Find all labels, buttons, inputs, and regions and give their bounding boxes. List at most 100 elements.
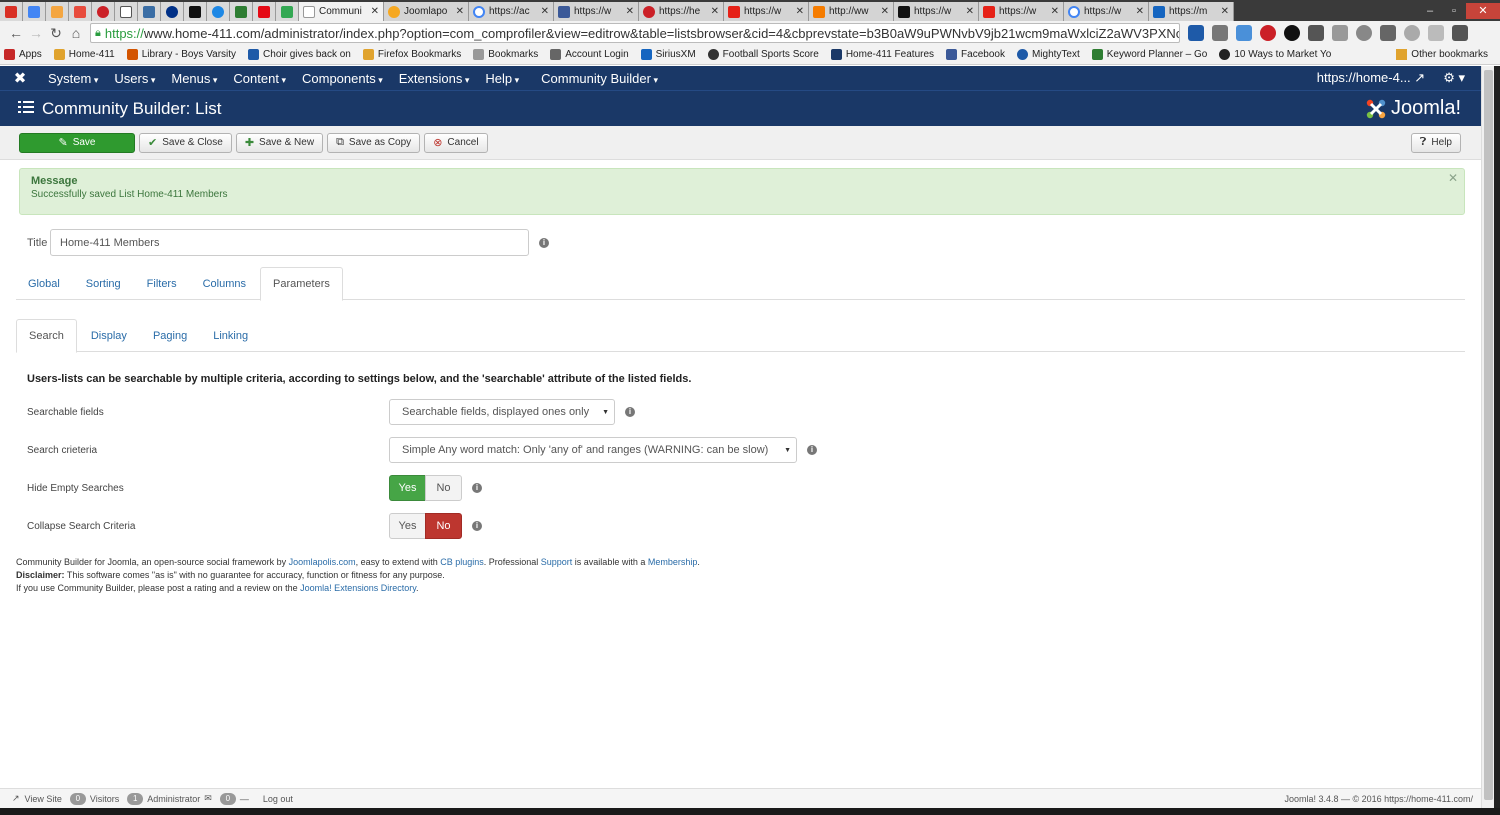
search-criteria-select[interactable]: Simple Any word match: Only 'any of' and…: [389, 437, 797, 463]
close-icon[interactable]: ✕: [456, 6, 464, 17]
close-icon[interactable]: ✕: [1136, 6, 1144, 17]
menu-help[interactable]: Help: [477, 71, 527, 86]
browser-tab[interactable]: https://m ✕: [1149, 2, 1234, 21]
pinned-tab-10[interactable]: [207, 2, 230, 21]
visitors-status[interactable]: 0 Visitors: [69, 792, 119, 805]
tab-paging[interactable]: Paging: [141, 319, 199, 352]
bookmark-apps[interactable]: Apps: [4, 49, 42, 60]
membership-link[interactable]: Membership: [648, 557, 698, 567]
save-copy-button[interactable]: ⧉ Save as Copy: [327, 132, 421, 153]
scrollbar-thumb[interactable]: [1484, 70, 1493, 800]
title-input[interactable]: [50, 229, 529, 256]
browser-tab[interactable]: https://w ✕: [894, 2, 979, 21]
gear-icon[interactable]: ⚙ ▾: [1443, 70, 1465, 86]
save-new-button[interactable]: ✚ Save & New: [235, 132, 324, 153]
administrator-status[interactable]: 1 Administrator ✉: [127, 792, 212, 805]
browser-tab[interactable]: http://ww ✕: [809, 2, 894, 21]
pinned-tab-doc[interactable]: [115, 2, 138, 21]
jed-link[interactable]: Joomla! Extensions Directory: [300, 583, 416, 593]
close-icon[interactable]: ✕: [626, 6, 634, 17]
extension-icon[interactable]: [1356, 25, 1372, 41]
messages-status[interactable]: 0—: [219, 792, 255, 805]
joomla-logo-icon[interactable]: ✖: [0, 69, 40, 87]
bookmark-item[interactable]: Keyword Planner – Go: [1091, 49, 1207, 60]
hide-empty-no[interactable]: No: [425, 475, 462, 501]
menu-components[interactable]: Components: [294, 71, 391, 86]
menu-community-builder[interactable]: Community Builder: [533, 71, 666, 86]
tab-parameters[interactable]: Parameters: [260, 267, 343, 301]
info-icon[interactable]: i: [539, 237, 549, 248]
home-icon[interactable]: ⌂: [66, 25, 86, 41]
extension-icon[interactable]: [1284, 25, 1300, 41]
pinned-tab-paypal[interactable]: [161, 2, 184, 21]
close-icon[interactable]: ✕: [711, 6, 719, 17]
close-icon[interactable]: ✕: [881, 6, 889, 17]
browser-tab[interactable]: Joomlapo ✕: [384, 2, 469, 21]
pinned-tab-4[interactable]: [69, 2, 92, 21]
info-icon[interactable]: i: [472, 483, 482, 493]
browser-tab[interactable]: https://he ✕: [639, 2, 724, 21]
extension-icon[interactable]: [1236, 25, 1252, 41]
bookmark-item[interactable]: Firefox Bookmarks: [362, 49, 461, 60]
bookmark-item[interactable]: Facebook: [946, 49, 1005, 60]
extension-icon[interactable]: [1332, 25, 1348, 41]
bookmark-item[interactable]: Home-411: [53, 49, 115, 60]
tab-linking[interactable]: Linking: [201, 319, 260, 352]
reload-icon[interactable]: ↻: [46, 25, 66, 42]
close-icon[interactable]: ✕: [796, 6, 804, 17]
extension-icon[interactable]: [1188, 25, 1204, 41]
bookmark-item[interactable]: Account Login: [550, 49, 629, 60]
pinned-tab-netflix[interactable]: [253, 2, 276, 21]
browser-tab[interactable]: https://w ✕: [1064, 2, 1149, 21]
cb-plugins-link[interactable]: CB plugins: [440, 557, 484, 567]
pinterest-icon[interactable]: [1260, 25, 1276, 41]
tab-columns[interactable]: Columns: [191, 267, 258, 300]
info-icon[interactable]: i: [625, 407, 635, 417]
info-icon[interactable]: i: [472, 521, 482, 531]
close-icon[interactable]: ✕: [1448, 171, 1458, 185]
bookmark-item[interactable]: Home-411 Features: [830, 49, 934, 60]
menu-content[interactable]: Content: [225, 71, 294, 86]
bookmark-item[interactable]: SiriusXM: [640, 49, 696, 60]
maximize-icon[interactable]: ▫: [1442, 3, 1466, 19]
pinned-tab-11[interactable]: [230, 2, 253, 21]
pinned-tab-pinterest[interactable]: [92, 2, 115, 21]
bookmark-item[interactable]: 10 Ways to Market Yo: [1219, 49, 1331, 60]
extension-icon[interactable]: [1212, 25, 1228, 41]
pinned-tab-joomla[interactable]: [46, 2, 69, 21]
browser-tab[interactable]: https://ac ✕: [469, 2, 554, 21]
other-bookmarks[interactable]: Other bookmarks: [1396, 49, 1488, 60]
pinned-tab-7[interactable]: [138, 2, 161, 21]
pinned-tab-9[interactable]: [184, 2, 207, 21]
bookmark-item[interactable]: Football Sports Score: [707, 49, 819, 60]
close-icon[interactable]: ✕: [1051, 6, 1059, 17]
cancel-button[interactable]: ⊗ Cancel: [424, 132, 488, 153]
tab-sorting[interactable]: Sorting: [74, 267, 133, 300]
tab-search[interactable]: Search: [16, 319, 77, 353]
minimize-icon[interactable]: –: [1418, 3, 1442, 19]
tab-display[interactable]: Display: [79, 319, 139, 352]
window-close-icon[interactable]: ✕: [1466, 2, 1500, 19]
collapse-yes[interactable]: Yes: [389, 513, 426, 539]
site-link[interactable]: https://home-4... ↗: [1317, 70, 1425, 86]
menu-system[interactable]: System: [40, 71, 106, 86]
address-bar[interactable]: 🔒︎ https://www.home-411.com/administrato…: [90, 23, 1180, 43]
bookmark-item[interactable]: Library - Boys Varsity: [126, 49, 236, 60]
back-icon[interactable]: ←: [6, 25, 26, 41]
collapse-no[interactable]: No: [425, 513, 462, 539]
bookmark-item[interactable]: Bookmarks: [473, 49, 538, 60]
view-site-link[interactable]: ↗ View Site: [12, 793, 62, 804]
extension-icon[interactable]: [1404, 25, 1420, 41]
browser-tab[interactable]: https://w ✕: [979, 2, 1064, 21]
tab-global[interactable]: Global: [16, 267, 72, 300]
logout-link[interactable]: Log out: [263, 794, 293, 804]
tab-filters[interactable]: Filters: [135, 267, 189, 300]
browser-tab[interactable]: https://w ✕: [554, 2, 639, 21]
bookmark-item[interactable]: Choir gives back on: [248, 49, 351, 60]
save-close-button[interactable]: ✔ Save & Close: [139, 132, 232, 153]
help-button[interactable]: ❓︎ Help: [1410, 132, 1461, 153]
browser-tab[interactable]: Communi ✕: [299, 2, 384, 21]
bookmark-item[interactable]: MightyText: [1016, 49, 1080, 60]
close-icon[interactable]: ✕: [371, 6, 379, 17]
menu-menus[interactable]: Menus: [163, 71, 225, 86]
